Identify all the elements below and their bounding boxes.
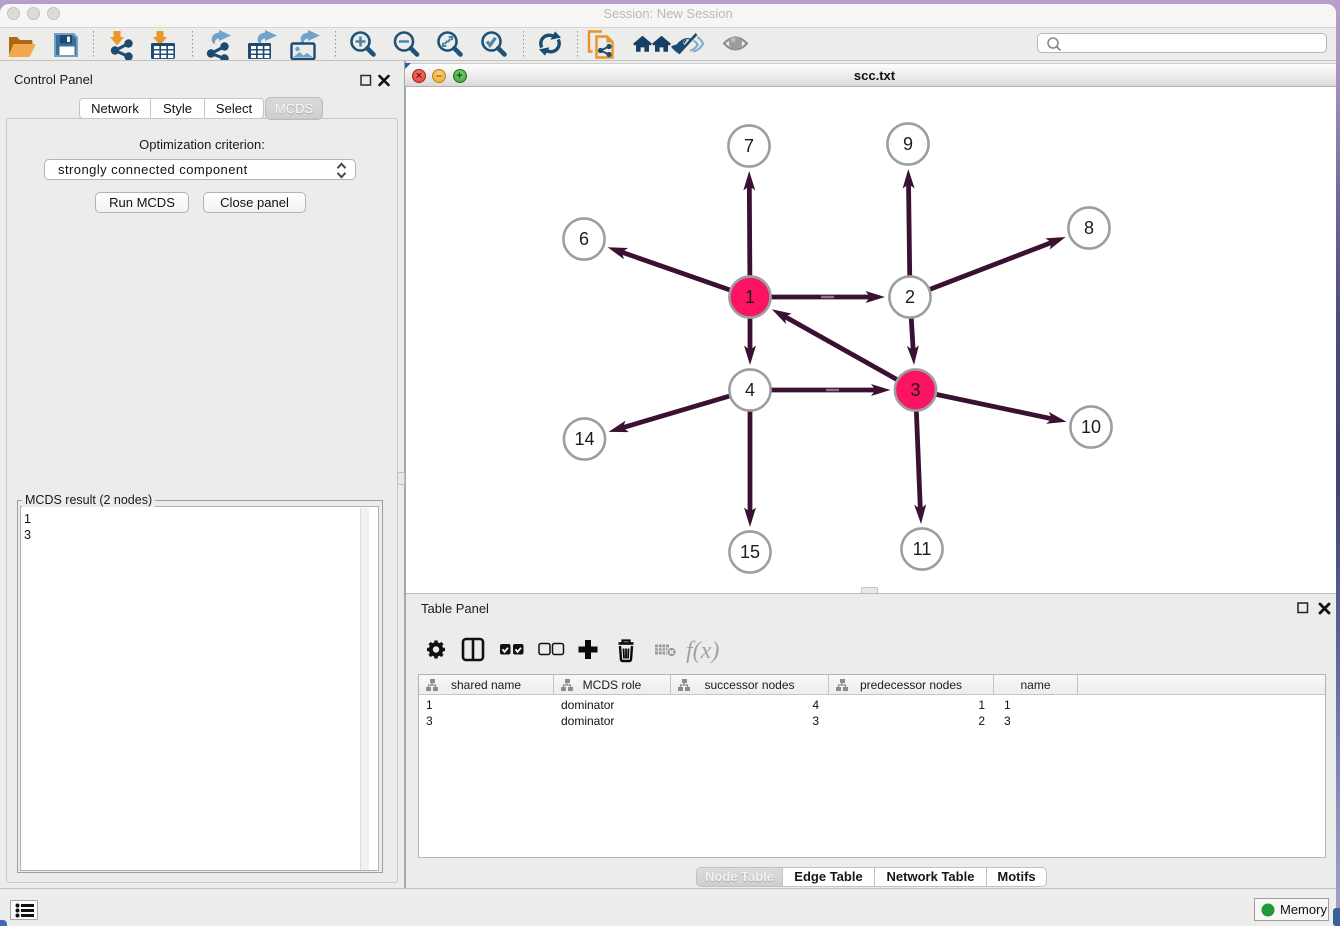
svg-text:1: 1 [745,287,755,307]
svg-text:8: 8 [1084,218,1094,238]
svg-text:10: 10 [1081,417,1101,437]
svg-text:2: 2 [905,287,915,307]
svg-text:14: 14 [574,429,594,449]
svg-text:6: 6 [579,229,589,249]
svg-text:7: 7 [744,136,754,156]
svg-text:f(x): f(x) [686,638,719,664]
svg-text:3: 3 [910,380,920,400]
svg-text:4: 4 [745,380,755,400]
svg-text:11: 11 [913,539,932,559]
svg-text:15: 15 [740,542,760,562]
svg-text:9: 9 [903,134,913,154]
